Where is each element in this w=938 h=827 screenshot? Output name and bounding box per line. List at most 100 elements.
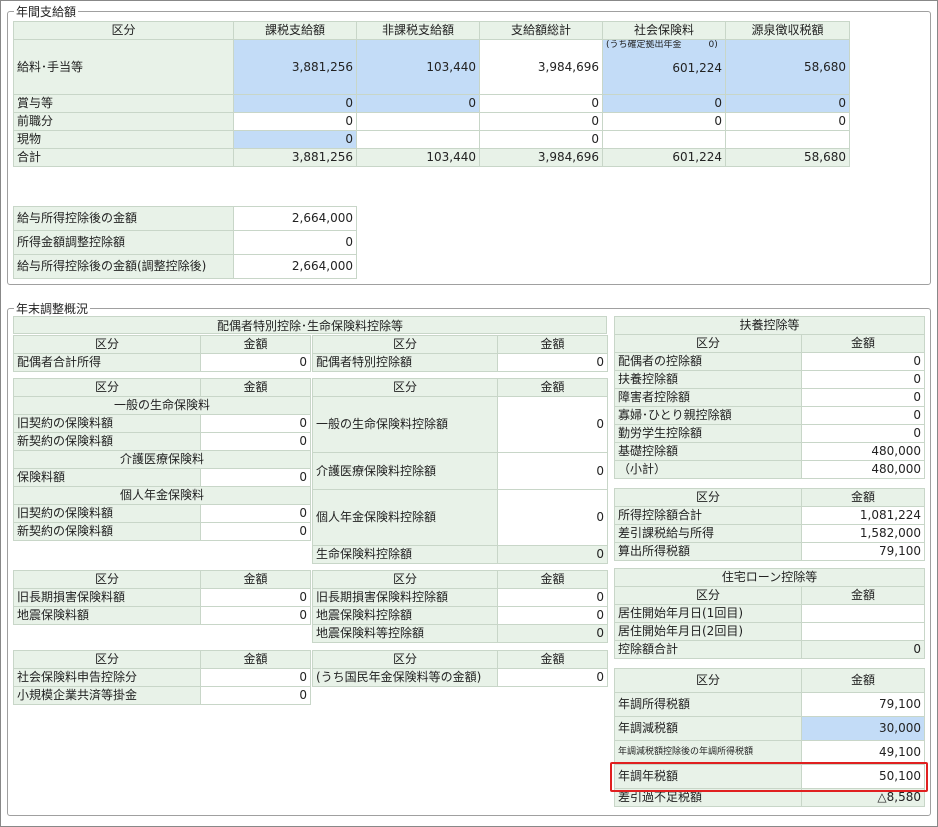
employment-deduction-table: 給与所得控除後の金額 2,664,000 所得金額調整控除額 0 給与所得控除後… <box>13 206 357 279</box>
annual-table: 区分 課税支給額 非課税支給額 支給額総計 社会保険料 源泉徴収税額 給料･手当… <box>13 21 850 167</box>
row-label: 前職分 <box>13 112 234 131</box>
kubun-header: 区分 <box>614 668 802 693</box>
total-value: 0 <box>479 130 603 149</box>
income-value: 1,582,000 <box>801 524 925 543</box>
kubun-header: 区分 <box>13 570 201 589</box>
income-label: 差引課税給与所得 <box>614 524 802 543</box>
spouse-income-input[interactable]: 0 <box>200 353 311 372</box>
social-decl-input[interactable]: 0 <box>200 668 311 687</box>
after-reduction-value: 49,100 <box>801 740 925 765</box>
quake-input[interactable]: 0 <box>200 606 311 625</box>
row-label: 合計 <box>13 148 234 167</box>
life-total-label: 生命保険料控除額 <box>312 545 498 564</box>
kubun-header: 区分 <box>614 334 802 353</box>
withholding-input[interactable]: 0 <box>725 112 850 131</box>
dependent-value: 0 <box>800 424 926 443</box>
kubun-header: 区分 <box>312 570 498 589</box>
dependent-label: 扶養控除額 <box>614 370 802 389</box>
final-label: 年調減税額 <box>614 716 802 741</box>
small-biz-label: 小規模企業共済等掛金 <box>13 686 201 705</box>
life-general-title: 一般の生命保険料 <box>13 396 311 415</box>
withholding-input[interactable]: 58,680 <box>725 39 850 95</box>
income-value: 1,081,224 <box>801 506 925 525</box>
old-longterm-label: 旧長期損害保険料額 <box>13 588 201 607</box>
nontax-input[interactable]: 103,440 <box>356 39 480 95</box>
income-label: 算出所得税額 <box>614 542 802 561</box>
row-label: 賞与等 <box>13 94 234 113</box>
total-value: 0 <box>479 94 603 113</box>
nontax-input[interactable]: 0 <box>356 94 480 113</box>
dependent-value: 0 <box>800 406 926 425</box>
social-input[interactable]: 0 <box>602 112 726 131</box>
kingaku-header: 金額 <box>801 668 925 693</box>
kubun-header: 区分 <box>13 378 201 397</box>
old-longterm-deduct-label: 旧長期損害保険料控除額 <box>312 588 498 607</box>
kubun-header: 区分 <box>614 586 802 605</box>
deduction-value: 2,664,000 <box>233 254 357 279</box>
quake-left: 区分 金額 旧長期損害保険料額 0 地震保険料額 0 <box>13 570 311 625</box>
taxable-input[interactable]: 3,881,256 <box>233 39 357 95</box>
total-value: 0 <box>479 112 603 131</box>
taxable-total: 3,881,256 <box>233 148 357 167</box>
life-insurance-left: 区分 金額 一般の生命保険料 旧契約の保険料額 0 新契約の保険料額 0 介護医療保険… <box>13 378 311 541</box>
national-pension-label: (うち国民年金保険料等の金額) <box>312 668 498 687</box>
income-label: 所得控除額合計 <box>614 506 802 525</box>
pension-old-input[interactable]: 0 <box>200 504 311 523</box>
dependent-subtotal-label: （小計） <box>614 460 802 479</box>
spouse-table-right: 区分 金額 配偶者特別控除額 0 <box>312 335 608 372</box>
taxable-input[interactable]: 0 <box>233 94 357 113</box>
care-deduct-value: 0 <box>497 452 608 490</box>
quake-total-value: 0 <box>497 624 608 643</box>
col-header-kubun: 区分 <box>13 21 234 40</box>
taxable-input[interactable]: 0 <box>233 130 357 149</box>
spouse-income-label: 配偶者合計所得 <box>13 353 201 372</box>
grand-total: 3,984,696 <box>479 148 603 167</box>
old-contract-label: 旧契約の保険料額 <box>13 504 201 523</box>
quake-right: 区分 金額 旧長期損害保険料控除額 0 地震保険料控除額 0 地震保険料等控除額 0 <box>312 570 608 643</box>
col-header-social: 社会保険料 <box>602 21 726 40</box>
care-title: 介護医療保険料 <box>13 450 311 469</box>
dependent-value: 0 <box>800 370 926 389</box>
housing-start1-input[interactable] <box>801 604 925 623</box>
kubun-header: 区分 <box>13 650 201 669</box>
quake-label: 地震保険料額 <box>13 606 201 625</box>
pension-new-input[interactable]: 0 <box>200 522 311 541</box>
dependent-subtotal-value: 480,000 <box>800 460 926 479</box>
deduction-value: 2,664,000 <box>233 206 357 231</box>
housing-start2-input[interactable] <box>801 622 925 641</box>
life-general-old-input[interactable]: 0 <box>200 414 311 433</box>
deduction-label: 給与所得控除後の金額 <box>13 206 234 231</box>
housing-label: 居住開始年月日(2回目) <box>614 622 802 641</box>
life-insurance-right: 区分 金額 一般の生命保険料控除額 0 介護医療保険料控除額 0 個人年金保険料控除額… <box>312 378 608 564</box>
care-premium-input[interactable]: 0 <box>200 468 311 487</box>
withholding-total: 58,680 <box>725 148 850 167</box>
dependents-table: 扶養控除等 区分 金額 配偶者の控除額 0 扶養控除額 0 障害者控除額 0 寡婦･ひと… <box>613 316 926 479</box>
small-biz-input[interactable]: 0 <box>200 686 311 705</box>
old-longterm-input[interactable]: 0 <box>200 588 311 607</box>
housing-label: 居住開始年月日(1回目) <box>614 604 802 623</box>
total-value: 3,984,696 <box>479 39 603 95</box>
life-general-new-input[interactable]: 0 <box>200 432 311 451</box>
dependent-label: 勤労学生控除額 <box>614 424 802 443</box>
spouse-table-left: 区分 金額 配偶者合計所得 0 <box>13 335 311 372</box>
annual-tax-highlight <box>610 762 928 792</box>
tax-reduction-input[interactable]: 30,000 <box>801 716 925 741</box>
kubun-header: 区分 <box>13 335 201 354</box>
taxable-input[interactable]: 0 <box>233 112 357 131</box>
pension-title: 個人年金保険料 <box>13 486 311 505</box>
kingaku-header: 金額 <box>497 650 608 669</box>
spouse-special-value: 0 <box>497 353 608 372</box>
social-input[interactable]: (うち確定拠出年金 0) 601,224 <box>602 39 726 95</box>
kubun-header: 区分 <box>312 650 498 669</box>
withholding-input[interactable]: 0 <box>725 94 850 113</box>
social-value: 601,224 <box>672 61 722 75</box>
kingaku-header: 金額 <box>497 378 608 397</box>
dependent-label: 配偶者の控除額 <box>614 352 802 371</box>
social-input[interactable]: 0 <box>602 94 726 113</box>
deduction-value: 0 <box>233 230 357 255</box>
national-pension-input[interactable]: 0 <box>497 668 608 687</box>
col-header-total: 支給額総計 <box>479 21 603 40</box>
kingaku-header: 金額 <box>801 586 925 605</box>
dependent-label: 障害者控除額 <box>614 388 802 407</box>
kubun-header: 区分 <box>614 488 802 507</box>
